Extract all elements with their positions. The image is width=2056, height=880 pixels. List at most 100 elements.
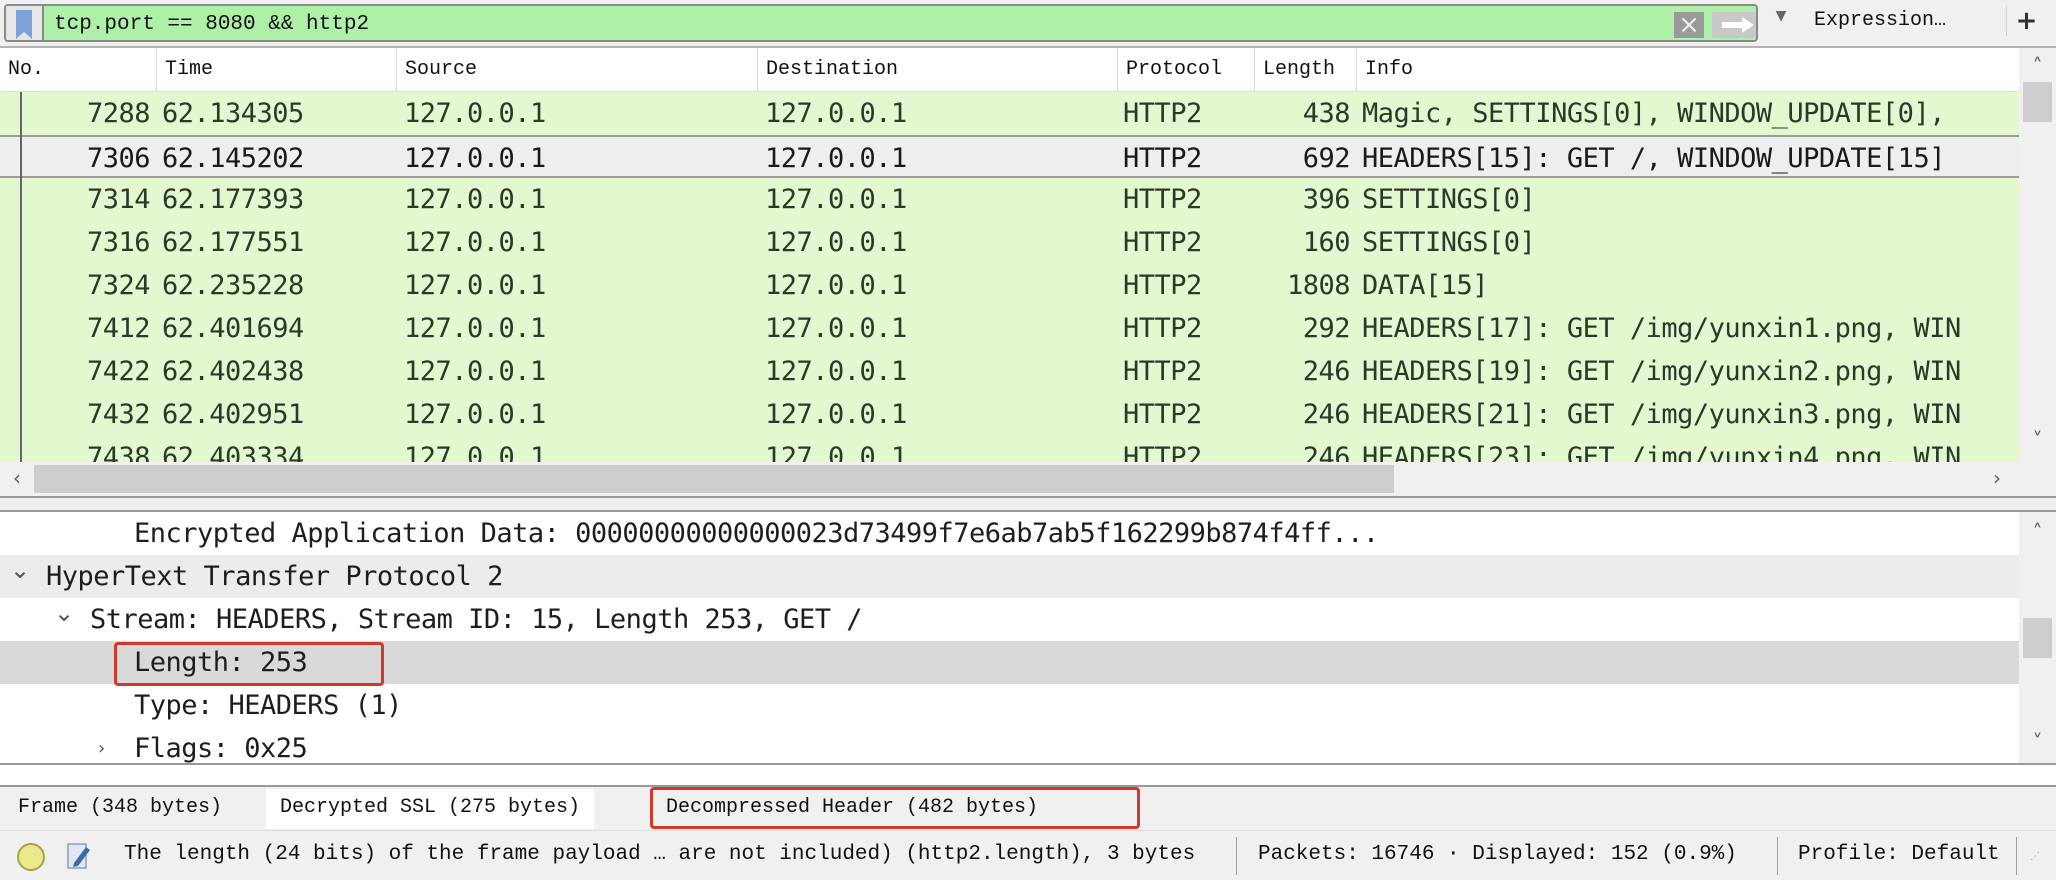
cell-length: 246 — [1302, 399, 1350, 430]
cell-destination: 127.0.0.1 — [765, 143, 907, 174]
expand-chevron-down-icon[interactable]: ⌄ — [10, 549, 30, 592]
cell-info: Magic, SETTINGS[0], WINDOW_UPDATE[0], — [1362, 98, 1945, 129]
column-header-source[interactable]: Source — [397, 48, 758, 92]
cell-protocol: HTTP2 — [1123, 184, 1202, 215]
cell-source: 127.0.0.1 — [404, 313, 546, 344]
scroll-down-icon[interactable]: ˅ — [2019, 730, 2056, 754]
cell-length: 438 — [1302, 98, 1350, 129]
column-header-protocol[interactable]: Protocol — [1118, 48, 1255, 92]
packet-row[interactable]: 7432 62.402951 127.0.0.1 127.0.0.1 HTTP2 246 H… — [0, 393, 2019, 436]
scrollbar-thumb[interactable] — [34, 465, 1394, 493]
packet-row[interactable]: 7314 62.177393 127.0.0.1 127.0.0.1 HTTP2 396 S… — [0, 178, 2019, 221]
display-filter-field[interactable]: tcp.port == 8080 && http2 × — [4, 4, 1758, 42]
cell-info: HEADERS[23]: GET /img/yunxin4.png, WIN — [1362, 442, 1961, 462]
tab-frame[interactable]: Frame (348 bytes) — [4, 789, 236, 829]
status-profile[interactable]: Profile: Default — [1798, 843, 2000, 866]
display-filter-toolbar: tcp.port == 8080 && http2 × ▼ Expression… — [0, 0, 2056, 48]
cell-protocol: HTTP2 — [1123, 399, 1202, 430]
cell-length: 396 — [1302, 184, 1350, 215]
cell-length: 246 — [1302, 356, 1350, 387]
cell-source: 127.0.0.1 — [404, 227, 546, 258]
cell-info: SETTINGS[0] — [1362, 227, 1536, 258]
cell-source: 127.0.0.1 — [404, 98, 546, 129]
cell-no: 7422 — [86, 356, 150, 387]
scroll-right-icon[interactable]: › — [1980, 466, 2014, 490]
expand-chevron-down-icon[interactable]: ⌄ — [54, 592, 74, 635]
cell-time: 62.134305 — [162, 98, 304, 129]
cell-time: 62.401694 — [162, 313, 304, 344]
details-tree-item[interactable]: Encrypted Application Data: 000000000000… — [0, 512, 2019, 555]
cell-time: 62.177393 — [162, 184, 304, 215]
cell-time: 62.177551 — [162, 227, 304, 258]
status-separator — [1777, 837, 1778, 875]
column-header-length[interactable]: Length — [1255, 48, 1357, 92]
filter-history-dropdown[interactable]: ▼ — [1770, 8, 1792, 34]
scrollbar-thumb[interactable] — [2023, 82, 2052, 122]
cell-destination: 127.0.0.1 — [765, 184, 907, 215]
display-filter-input[interactable]: tcp.port == 8080 && http2 — [54, 13, 369, 36]
expert-info-led-icon[interactable] — [17, 843, 45, 871]
packet-row[interactable]: 7412 62.401694 127.0.0.1 127.0.0.1 HTTP2 292 H… — [0, 307, 2019, 350]
add-filter-button[interactable]: + — [2006, 6, 2046, 36]
details-tree-item[interactable]: ⌄ HyperText Transfer Protocol 2 — [0, 555, 2019, 598]
cell-length: 246 — [1302, 442, 1350, 462]
scroll-down-icon[interactable]: ˅ — [2019, 428, 2056, 452]
packet-row[interactable]: 7316 62.177551 127.0.0.1 127.0.0.1 HTTP2 160 S… — [0, 221, 2019, 264]
expand-chevron-right-icon[interactable]: › — [98, 727, 105, 770]
column-header-info[interactable]: Info — [1357, 48, 2019, 92]
cell-info: DATA[15] — [1362, 270, 1489, 301]
scroll-up-icon[interactable]: ˄ — [2019, 54, 2056, 78]
packet-row[interactable]: 7422 62.402438 127.0.0.1 127.0.0.1 HTTP2 246 H… — [0, 350, 2019, 393]
details-tree-item-label: Encrypted Application Data: 000000000000… — [134, 518, 1379, 549]
status-packet-counts[interactable]: Packets: 16746 · Displayed: 152 (0.9%) — [1258, 843, 1737, 866]
filter-bookmark-button[interactable] — [6, 6, 44, 40]
details-tree-item-label: Flags: 0x25 — [134, 733, 308, 764]
clear-filter-button[interactable]: × — [1674, 12, 1704, 38]
expression-button[interactable]: Expression… — [1814, 9, 1946, 32]
status-bar: The length (24 bits) of the frame payloa… — [0, 830, 2056, 880]
details-tree-item[interactable]: ⌄ Stream: HEADERS, Stream ID: 15, Length … — [0, 598, 2019, 641]
packet-row[interactable]: 7288 62.134305 127.0.0.1 127.0.0.1 HTTP2 438 M… — [0, 92, 2019, 135]
details-tree-item[interactable]: › Flags: 0x25 — [0, 727, 2019, 770]
scrollbar-thumb[interactable] — [2023, 618, 2052, 658]
packet-row[interactable]: 7324 62.235228 127.0.0.1 127.0.0.1 HTTP2 1808… — [0, 264, 2019, 307]
column-header-no[interactable]: No. — [0, 48, 157, 92]
cell-length: 292 — [1302, 313, 1350, 344]
arrow-right-icon — [1722, 17, 1754, 33]
cell-destination: 127.0.0.1 — [765, 98, 907, 129]
edit-comment-icon[interactable] — [66, 841, 92, 871]
details-tree-item-label: Stream: HEADERS, Stream ID: 15, Length 2… — [90, 604, 863, 635]
packet-list-horizontal-scrollbar[interactable]: ‹ › — [0, 462, 2056, 496]
column-header-time[interactable]: Time — [157, 48, 397, 92]
scroll-left-icon[interactable]: ‹ — [0, 466, 34, 490]
packet-details-tree: ˄ ˅ Encrypted Application Data: 00000000… — [0, 510, 2056, 765]
details-vertical-scrollbar[interactable]: ˄ ˅ — [2019, 512, 2056, 763]
column-header-destination[interactable]: Destination — [758, 48, 1118, 92]
cell-destination: 127.0.0.1 — [765, 356, 907, 387]
cell-no: 7432 — [86, 399, 150, 430]
conversation-line — [20, 92, 22, 462]
packet-row[interactable]: 7306 62.145202 127.0.0.1 127.0.0.1 HTTP2 692 H… — [0, 135, 2019, 178]
cell-info: HEADERS[21]: GET /img/yunxin3.png, WIN — [1362, 399, 1961, 430]
cell-time: 62.402951 — [162, 399, 304, 430]
packet-list-vertical-scrollbar[interactable]: ˄ ˅ — [2019, 48, 2056, 462]
cell-time: 62.402438 — [162, 356, 304, 387]
packet-row[interactable]: 7438 62.403334 127.0.0.1 127.0.0.1 HTTP2 246 H… — [0, 436, 2019, 462]
tab-decrypted-ssl[interactable]: Decrypted SSL (275 bytes) — [266, 789, 595, 829]
cell-destination: 127.0.0.1 — [765, 313, 907, 344]
cell-time: 62.145202 — [162, 143, 304, 174]
cell-info: HEADERS[19]: GET /img/yunxin2.png, WIN — [1362, 356, 1961, 387]
annotation-highlight-box — [114, 642, 384, 686]
cell-time: 62.235228 — [162, 270, 304, 301]
scroll-up-icon[interactable]: ˄ — [2019, 520, 2056, 544]
details-tree-item-label: Type: HEADERS (1) — [134, 690, 402, 721]
cell-length: 692 — [1302, 143, 1350, 174]
cell-info: HEADERS[15]: GET /, WINDOW_UPDATE[15] — [1362, 143, 1945, 174]
apply-filter-button[interactable] — [1712, 12, 1756, 38]
clear-x-icon: × — [1678, 10, 1700, 40]
cell-source: 127.0.0.1 — [404, 356, 546, 387]
details-tree-item[interactable]: Type: HEADERS (1) — [0, 684, 2019, 727]
annotation-highlight-box — [650, 787, 1140, 829]
packet-rows: 7288 62.134305 127.0.0.1 127.0.0.1 HTTP2 438 M… — [0, 92, 2019, 462]
resize-grip-icon[interactable]: ⋰ — [2030, 851, 2050, 873]
